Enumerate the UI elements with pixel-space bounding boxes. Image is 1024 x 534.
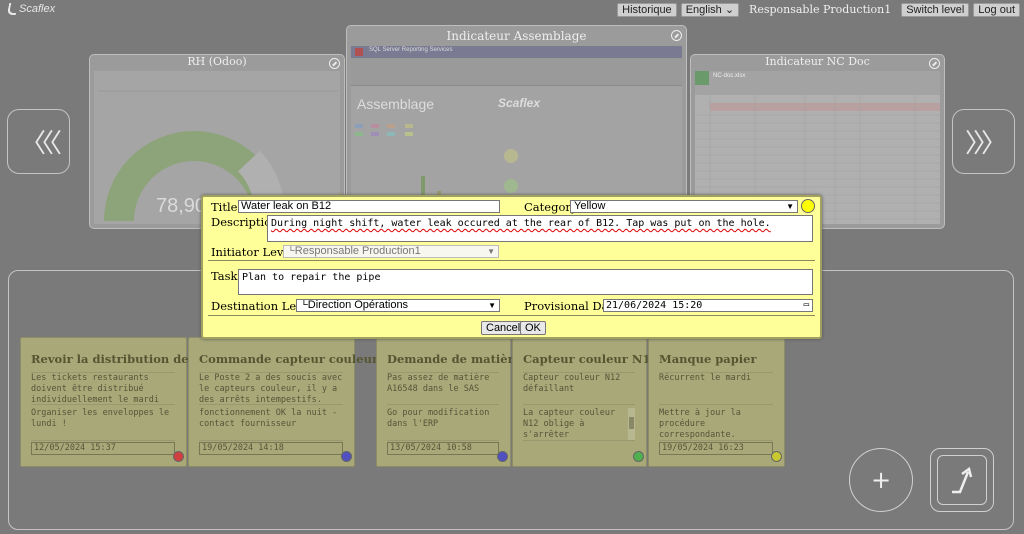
category-color-dot (801, 199, 815, 213)
note-date[interactable]: 12/05/2024 15:37 (31, 442, 175, 455)
note-task[interactable]: Go pour modification dans l'ERP (387, 408, 499, 441)
note-description[interactable]: Capteur couleur N12 défaillant (523, 372, 635, 405)
add-note-button[interactable]: + (849, 448, 913, 512)
top-bar: Historique English ⌄ Responsable Product… (617, 2, 1020, 17)
note-date[interactable]: 19/05/2024 16:23 (659, 442, 773, 455)
destination-select[interactable]: └Direction Opérations ▼ (296, 299, 500, 312)
title-input[interactable]: Water leak on B12 (238, 200, 500, 213)
note-date[interactable]: 13/05/2024 10:58 (387, 442, 499, 455)
task-textarea[interactable]: Plan to repair the pipe (238, 269, 813, 295)
provisional-date-value: 21/06/2024 15:20 (606, 300, 703, 311)
note-card[interactable]: Demande de matière Pas assez de matière … (376, 337, 521, 467)
expand-icon[interactable] (929, 58, 940, 69)
escalate-frame (937, 455, 987, 505)
provisional-date-input[interactable]: 21/06/2024 15:20 ▭ (603, 299, 813, 312)
note-task[interactable]: La capteur couleur N12 oblige à s'arrête… (523, 408, 635, 441)
divider (208, 315, 815, 316)
note-title: Commande capteur couleur Poste 2 (199, 352, 430, 366)
report-title: Assemblage (357, 96, 435, 112)
note-title: Revoir la distribution de tickets (31, 352, 237, 366)
task-value: Plan to repair the pipe (242, 272, 381, 283)
card-title: Indicateur Assemblage (446, 29, 587, 43)
logo-icon (6, 3, 19, 15)
category-dot (771, 451, 782, 462)
language-select[interactable]: English ⌄ (680, 2, 740, 17)
category-dot (497, 451, 508, 462)
calendar-icon[interactable]: ▭ (804, 300, 809, 311)
note-title: Manque papier (659, 352, 757, 366)
report-toolbar (351, 58, 682, 86)
ok-button[interactable]: OK (520, 321, 546, 335)
note-description[interactable]: Pas assez de matière A16548 dans le SAS (387, 372, 499, 405)
current-user: Responsable Production1 (749, 3, 892, 16)
escalate-button[interactable] (930, 448, 994, 512)
report-header-bar: SQL Server Reporting Services (351, 46, 682, 58)
chevron-down-icon: ⌄ (724, 3, 735, 16)
app-logo: Scaflex (6, 3, 56, 15)
chevron-down-icon: ▼ (487, 247, 495, 256)
category-value: Yellow (574, 200, 606, 212)
expand-icon[interactable] (671, 30, 682, 41)
description-value: During night shift, water leak occured a… (271, 218, 771, 229)
initiator-value: └Responsable Production1 (287, 245, 421, 257)
note-date-hidden (522, 441, 634, 454)
chevron-down-icon: ▼ (488, 301, 496, 310)
initiator-select: └Responsable Production1 ▼ (283, 245, 499, 258)
note-task-text: La capteur couleur N12 oblige à s'arrête… (523, 408, 616, 440)
category-select[interactable]: Yellow ▼ (570, 200, 798, 213)
note-task[interactable]: Organiser les enveloppes le lundi ! (31, 408, 175, 441)
note-card[interactable]: Revoir la distribution de tickets Les ti… (20, 337, 237, 467)
note-scrollbar[interactable] (628, 408, 635, 440)
note-card[interactable]: Commande capteur couleur Poste 2 Le Post… (188, 337, 430, 467)
file-name: NC-doc.xlsx (713, 73, 746, 79)
note-description[interactable]: Le Poste 2 a des soucis avec le capteurs… (199, 372, 343, 405)
note-description[interactable]: Les tickets restaurants doivent être dis… (31, 372, 175, 405)
divider (208, 260, 815, 261)
note-title: Capteur couleur N12 (523, 352, 659, 366)
expand-icon[interactable] (329, 58, 340, 69)
card-title: RH (Odoo) (187, 55, 247, 68)
report-header-text: SQL Server Reporting Services (369, 47, 453, 53)
chevron-down-icon: ▼ (786, 202, 794, 211)
note-task[interactable]: Mettre à jour la procédure correspondant… (659, 408, 773, 441)
category-dot (633, 451, 644, 462)
destination-value: └Direction Opérations (300, 299, 409, 311)
excel-icon (695, 71, 709, 85)
carousel-prev-button[interactable]: 〈〈〈 (7, 109, 70, 174)
category-dot (341, 451, 352, 462)
report-brand: Scaflex (498, 96, 541, 110)
logout-button[interactable]: Log out (973, 2, 1020, 17)
logo-text: Scaflex (19, 3, 56, 15)
switch-level-button[interactable]: Switch level (901, 2, 970, 17)
card-preview: SQL Server Reporting Services Assemblage… (351, 46, 682, 220)
category-dot (173, 451, 184, 462)
note-date[interactable]: 19/05/2024 14:18 (199, 442, 343, 455)
report-logo-icon (355, 48, 363, 56)
note-card[interactable]: Manque papier Récurrent le mardi Mettre … (648, 337, 785, 467)
history-button[interactable]: Historique (617, 2, 677, 17)
note-task[interactable]: fonctionnement OK la nuit - contact four… (199, 408, 343, 441)
note-description[interactable]: Récurrent le mardi (659, 372, 773, 405)
carousel-next-button[interactable]: 〉〉〉 (952, 109, 1015, 174)
language-value: English (685, 3, 722, 16)
escalate-arrow-icon (952, 466, 973, 494)
cancel-button[interactable]: Cancel (481, 321, 526, 335)
description-textarea[interactable]: During night shift, water leak occured a… (267, 215, 813, 242)
new-action-dialog: Title : Water leak on B12 Category : Yel… (201, 195, 822, 339)
note-title: Demande de matière (387, 352, 521, 366)
card-title: Indicateur NC Doc (765, 55, 870, 68)
